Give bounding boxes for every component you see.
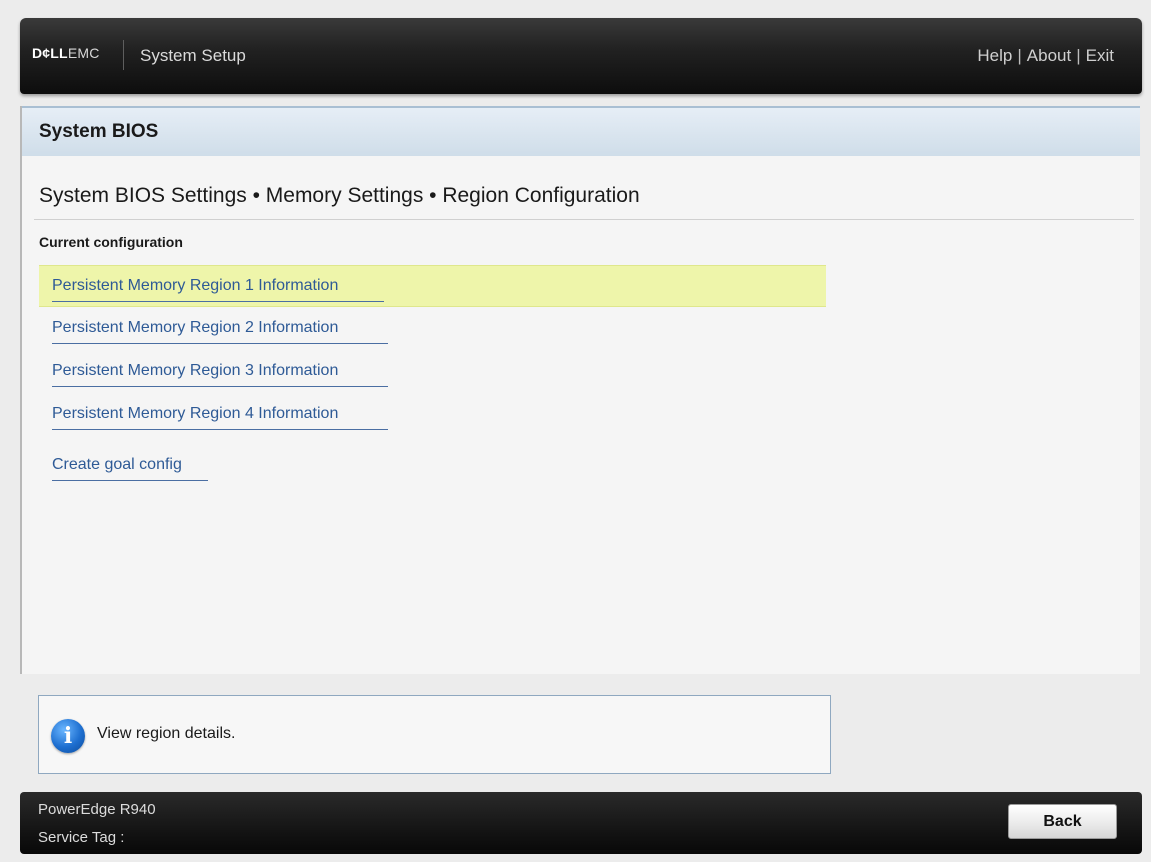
menu-item-label: Persistent Memory Region 2 Information <box>52 319 339 336</box>
dell-emc-logo: D¢LLEMC <box>32 45 100 61</box>
about-link[interactable]: About <box>1027 46 1071 65</box>
group-label: Current configuration <box>39 234 183 250</box>
help-text: View region details. <box>97 725 236 742</box>
menu-item-region-1[interactable]: Persistent Memory Region 1 Information <box>39 265 826 307</box>
brand-light-text: EMC <box>67 45 100 61</box>
link-underline <box>52 343 388 344</box>
page-title: System BIOS <box>39 121 159 142</box>
breadcrumb: System BIOS Settings • Memory Settings •… <box>39 184 640 207</box>
menu-item-label: Persistent Memory Region 4 Information <box>52 405 339 422</box>
menu-item-label: Persistent Memory Region 3 Information <box>52 362 339 379</box>
info-icon: i <box>51 719 85 753</box>
link-underline <box>52 480 208 481</box>
top-nav: Help | About | Exit <box>977 46 1114 66</box>
help-box: i View region details. <box>38 695 831 774</box>
menu-item-create-goal-config[interactable]: Create goal config <box>39 445 826 487</box>
breadcrumb-divider <box>34 219 1134 220</box>
app-title: System Setup <box>140 46 246 65</box>
menu-item-region-4[interactable]: Persistent Memory Region 4 Information <box>39 394 826 436</box>
section-header: System BIOS <box>22 106 1140 156</box>
model-name: PowerEdge R940 <box>38 801 156 818</box>
brand-bold-text: D¢LL <box>32 45 68 61</box>
link-underline <box>52 301 384 302</box>
nav-separator: | <box>1076 46 1081 65</box>
menu-item-label: Create goal config <box>52 456 182 473</box>
bottom-bar: PowerEdge R940 Service Tag : Back <box>20 792 1142 854</box>
top-bar: D¢LLEMC System Setup Help | About | Exit <box>20 18 1142 94</box>
link-underline <box>52 429 388 430</box>
menu-item-label: Persistent Memory Region 1 Information <box>52 277 339 294</box>
help-link[interactable]: Help <box>977 46 1012 65</box>
menu-item-region-3[interactable]: Persistent Memory Region 3 Information <box>39 351 826 393</box>
exit-link[interactable]: Exit <box>1086 46 1114 65</box>
brand-divider <box>123 40 124 70</box>
nav-separator: | <box>1017 46 1022 65</box>
service-tag-label: Service Tag : <box>38 829 125 846</box>
link-underline <box>52 386 388 387</box>
back-button[interactable]: Back <box>1008 804 1117 839</box>
menu-item-region-2[interactable]: Persistent Memory Region 2 Information <box>39 308 826 350</box>
main-panel: System BIOS System BIOS Settings • Memor… <box>20 106 1140 674</box>
